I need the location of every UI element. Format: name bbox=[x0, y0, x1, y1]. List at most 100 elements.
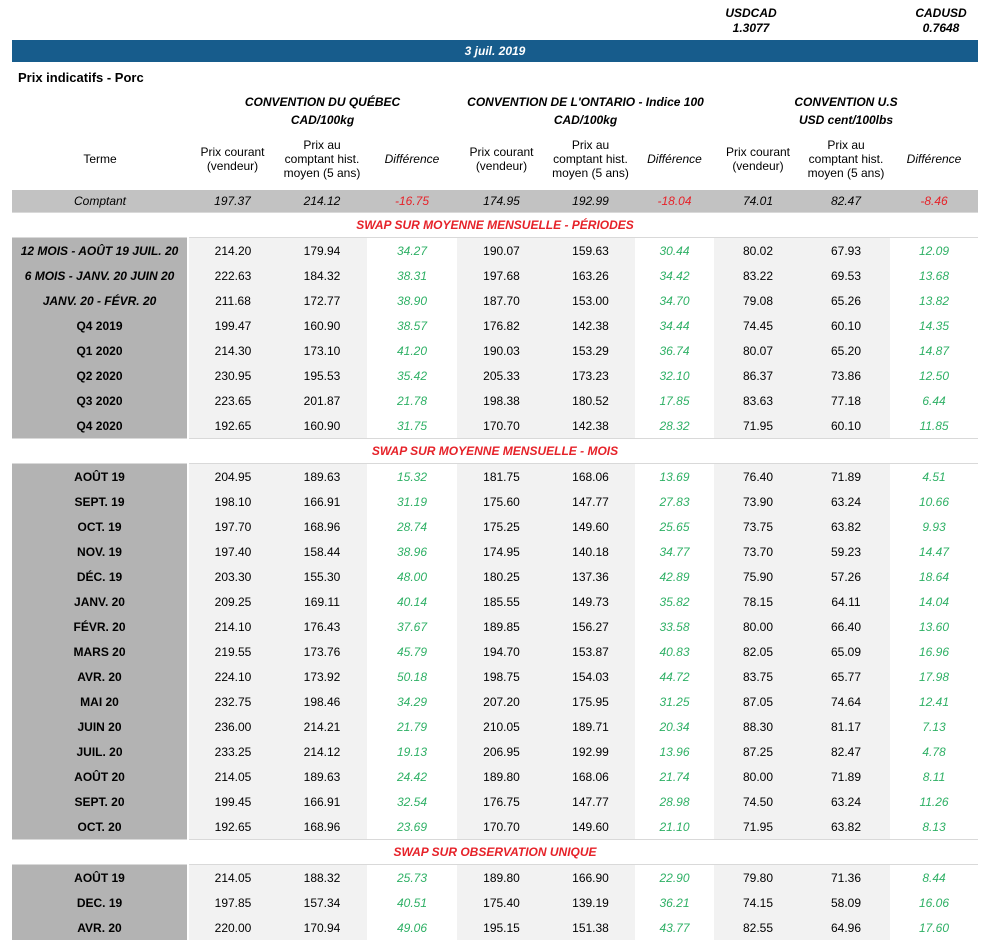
price-cell: 175.40 bbox=[457, 890, 546, 915]
report-page: USDCAD 1.3077 CADUSD 0.7648 3 juil. 2019… bbox=[0, 0, 995, 940]
difference-cell: 18.64 bbox=[890, 564, 979, 589]
difference-cell: 35.42 bbox=[367, 363, 457, 388]
price-cell: 207.20 bbox=[457, 689, 546, 714]
price-cell: 233.25 bbox=[188, 739, 277, 764]
price-cell: 198.10 bbox=[188, 489, 277, 514]
price-cell: 86.37 bbox=[714, 363, 802, 388]
difference-cell: 10.66 bbox=[890, 489, 979, 514]
difference-cell: 28.98 bbox=[635, 789, 714, 814]
difference-cell: 38.57 bbox=[367, 313, 457, 338]
price-cell: 168.96 bbox=[277, 514, 367, 539]
price-cell: 214.10 bbox=[188, 614, 277, 639]
table-row: Q3 2020 223.65 201.87 21.78 198.38 180.52 17.8… bbox=[12, 388, 979, 413]
difference-cell: 21.74 bbox=[635, 764, 714, 789]
price-cell: 195.53 bbox=[277, 363, 367, 388]
price-cell: 209.25 bbox=[188, 589, 277, 614]
price-cell: 88.30 bbox=[714, 714, 802, 739]
price-cell: 154.03 bbox=[546, 664, 635, 689]
price-cell: 69.53 bbox=[802, 263, 890, 288]
price-cell: 194.70 bbox=[457, 639, 546, 664]
table-row: SEPT. 19 198.10 166.91 31.19 175.60 147.77 27.… bbox=[12, 489, 979, 514]
price-cell: 179.94 bbox=[277, 237, 367, 263]
price-cell: 67.93 bbox=[802, 237, 890, 263]
section-header-row: SWAP SUR MOYENNE MENSUELLE - MOIS bbox=[12, 438, 979, 464]
fx-usdcad-value: 1.3077 bbox=[732, 21, 770, 35]
difference-cell: 31.19 bbox=[367, 489, 457, 514]
price-cell: 180.52 bbox=[546, 388, 635, 413]
price-cell: 170.70 bbox=[457, 814, 546, 840]
price-cell: 142.38 bbox=[546, 413, 635, 439]
difference-cell: 32.10 bbox=[635, 363, 714, 388]
row-terme: MAI 20 bbox=[12, 689, 189, 714]
price-cell: 175.25 bbox=[457, 514, 546, 539]
difference-cell: 44.72 bbox=[635, 664, 714, 689]
price-cell: 214.12 bbox=[277, 190, 367, 213]
difference-cell: 13.82 bbox=[890, 288, 979, 313]
price-cell: 175.95 bbox=[546, 689, 635, 714]
row-terme: 6 MOIS - JANV. 20 JUIN 20 bbox=[12, 263, 189, 288]
price-cell: 140.18 bbox=[546, 539, 635, 564]
difference-cell: 45.79 bbox=[367, 639, 457, 664]
row-terme: OCT. 20 bbox=[12, 814, 189, 840]
fx-usdcad-label: USDCAD bbox=[725, 6, 777, 20]
difference-cell: 31.75 bbox=[367, 413, 457, 439]
price-cell: 65.09 bbox=[802, 639, 890, 664]
price-cell: 198.75 bbox=[457, 664, 546, 689]
fx-cadusd-label: CADUSD bbox=[915, 6, 967, 20]
difference-cell: 12.50 bbox=[890, 363, 979, 388]
difference-cell: 23.69 bbox=[367, 814, 457, 840]
col-header-prix-courant: Prix courant (vendeur) bbox=[469, 144, 534, 173]
table-row: AOÛT 20 214.05 189.63 24.42 189.80 168.06 21.7… bbox=[12, 764, 979, 789]
price-cell: 189.80 bbox=[457, 764, 546, 789]
price-cell: 204.95 bbox=[188, 463, 277, 489]
price-cell: 73.90 bbox=[714, 489, 802, 514]
table-row: Q1 2020 214.30 173.10 41.20 190.03 153.29 36.7… bbox=[12, 338, 979, 363]
price-cell: 185.55 bbox=[457, 589, 546, 614]
price-cell: 157.34 bbox=[277, 890, 367, 915]
price-cell: 192.99 bbox=[546, 739, 635, 764]
table-row: Q2 2020 230.95 195.53 35.42 205.33 173.23 32.1… bbox=[12, 363, 979, 388]
price-cell: 189.63 bbox=[277, 463, 367, 489]
difference-cell: 16.06 bbox=[890, 890, 979, 915]
price-cell: 147.77 bbox=[546, 489, 635, 514]
price-cell: 153.29 bbox=[546, 338, 635, 363]
table-row: 12 MOIS - AOÛT 19 JUIL. 20 214.20 179.94 34… bbox=[12, 237, 979, 263]
price-cell: 82.55 bbox=[714, 915, 802, 940]
price-cell: 173.10 bbox=[277, 338, 367, 363]
price-cell: 223.65 bbox=[188, 388, 277, 413]
price-cell: 65.77 bbox=[802, 664, 890, 689]
price-cell: 74.15 bbox=[714, 890, 802, 915]
price-cell: 83.63 bbox=[714, 388, 802, 413]
price-cell: 79.80 bbox=[714, 864, 802, 890]
table-row: AOÛT 19 214.05 188.32 25.73 189.80 166.90 22.9… bbox=[12, 864, 979, 890]
price-cell: 181.75 bbox=[457, 463, 546, 489]
price-cell: 74.01 bbox=[714, 190, 802, 213]
price-cell: 153.00 bbox=[546, 288, 635, 313]
difference-cell: 40.83 bbox=[635, 639, 714, 664]
price-cell: 166.90 bbox=[546, 864, 635, 890]
convention-title-row: CONVENTION DU QUÉBEC CONVENTION DE L'ONT… bbox=[12, 87, 978, 109]
price-cell: 214.20 bbox=[188, 237, 277, 263]
row-terme: Q4 2019 bbox=[12, 313, 189, 338]
difference-cell: 25.73 bbox=[367, 864, 457, 890]
row-terme: AOÛT 20 bbox=[12, 764, 189, 789]
row-terme: SEPT. 20 bbox=[12, 789, 189, 814]
table-row: JANV. 20 209.25 169.11 40.14 185.55 149.73 35.… bbox=[12, 589, 979, 614]
price-cell: 166.91 bbox=[277, 489, 367, 514]
section-title: SWAP SUR MOYENNE MENSUELLE - MOIS bbox=[12, 438, 979, 464]
difference-cell: 15.32 bbox=[367, 463, 457, 489]
difference-cell: 22.90 bbox=[635, 864, 714, 890]
difference-cell: 14.35 bbox=[890, 313, 979, 338]
price-cell: 190.03 bbox=[457, 338, 546, 363]
difference-cell: 35.82 bbox=[635, 589, 714, 614]
fx-usdcad: USDCAD 1.3077 bbox=[716, 6, 786, 36]
price-cell: 205.33 bbox=[457, 363, 546, 388]
difference-cell: 21.10 bbox=[635, 814, 714, 840]
price-cell: 60.10 bbox=[802, 313, 890, 338]
price-cell: 83.75 bbox=[714, 664, 802, 689]
col-header-prix-comptant: Prix au comptant hist. moyen (5 ans) bbox=[283, 137, 361, 181]
price-cell: 187.70 bbox=[457, 288, 546, 313]
price-cell: 156.27 bbox=[546, 614, 635, 639]
difference-cell: 36.21 bbox=[635, 890, 714, 915]
price-cell: 169.11 bbox=[277, 589, 367, 614]
